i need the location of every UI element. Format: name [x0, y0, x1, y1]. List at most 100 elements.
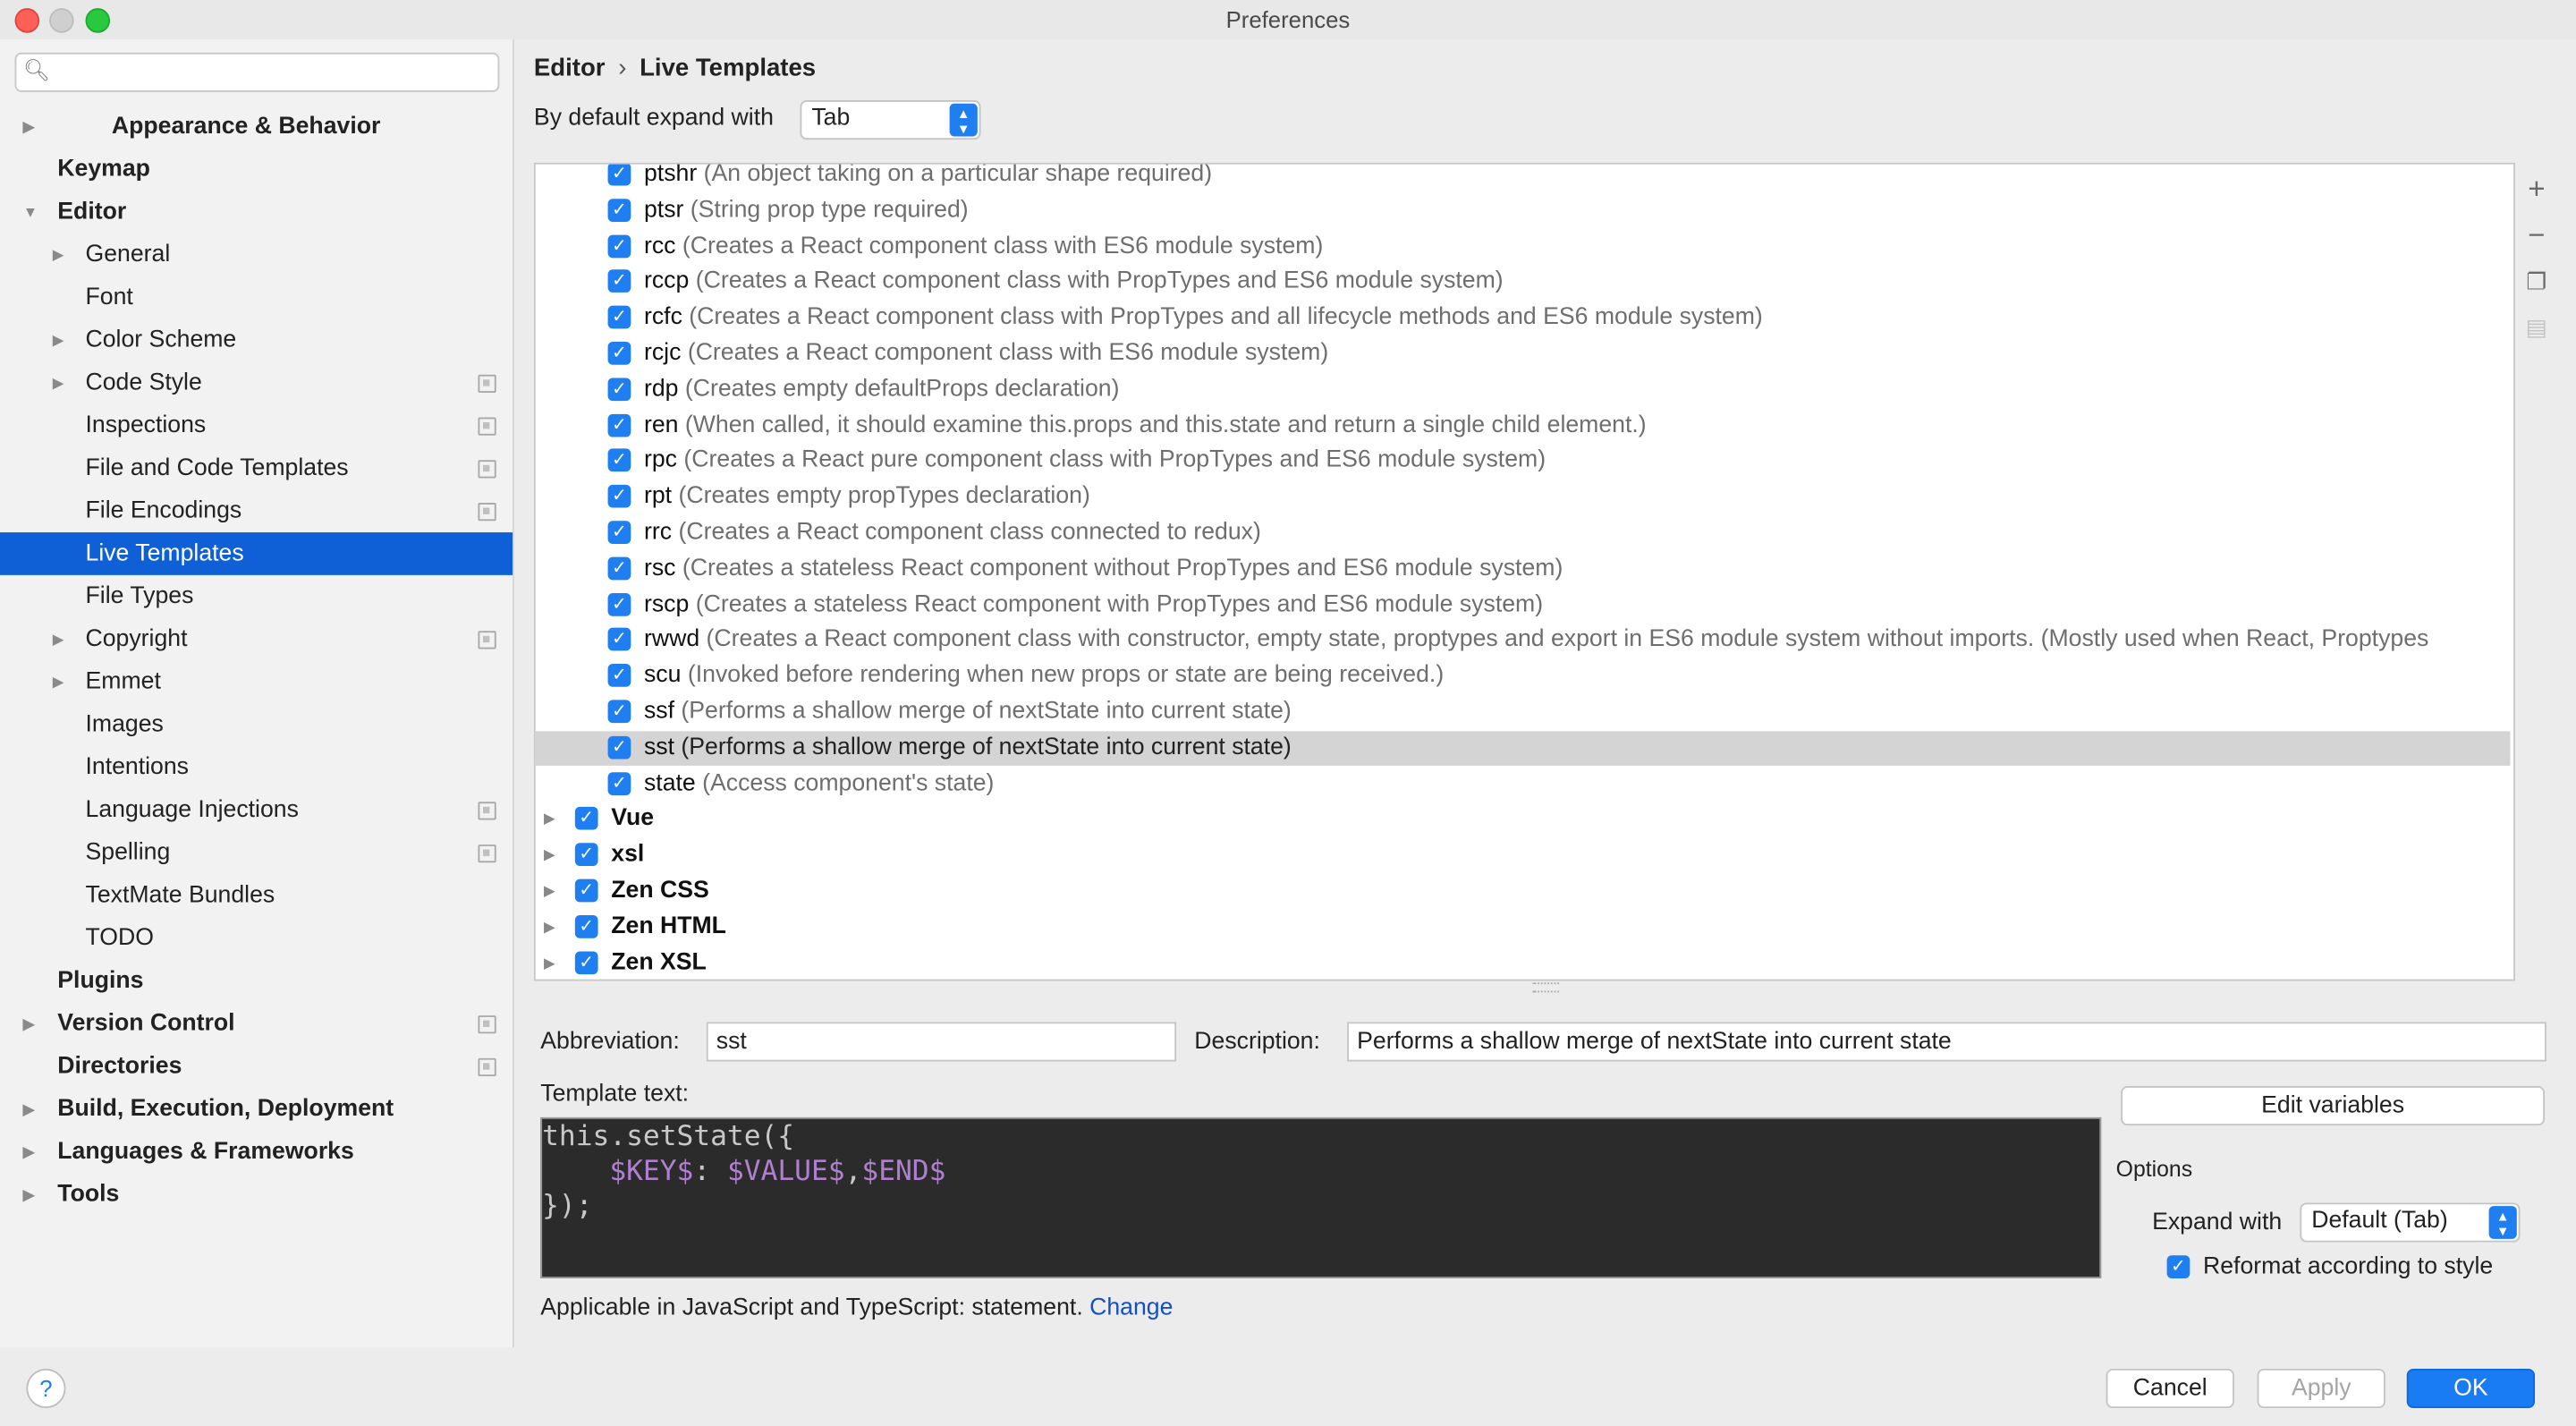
chevron-right-icon[interactable]: ▶: [53, 660, 64, 703]
sidebar-item-images[interactable]: Images: [0, 703, 513, 746]
template-group-row[interactable]: ▶ ✓ Zen HTML: [536, 910, 2511, 945]
sidebar-item-live-templates[interactable]: Live Templates: [0, 532, 513, 575]
chevron-right-icon[interactable]: ▶: [23, 1131, 35, 1174]
sidebar-item-tools[interactable]: ▶ Tools: [0, 1173, 513, 1216]
template-group-row[interactable]: ▶ ✓ Zen XSL: [536, 946, 2511, 979]
sidebar-item-inspections[interactable]: Inspections: [0, 404, 513, 447]
chevron-right-icon[interactable]: ▶: [23, 106, 35, 149]
default-expand-select[interactable]: Tab ▲ ▼: [800, 100, 981, 140]
sidebar-item-color-scheme[interactable]: ▶ Color Scheme: [0, 318, 513, 361]
chevron-right-icon[interactable]: ▶: [23, 1173, 35, 1216]
template-enabled-checkbox[interactable]: ✓: [607, 664, 631, 688]
restore-icon[interactable]: ▤: [2517, 309, 2556, 344]
group-enabled-checkbox[interactable]: ✓: [574, 914, 598, 938]
template-enabled-checkbox[interactable]: ✓: [607, 556, 631, 580]
chevron-right-icon[interactable]: ▶: [544, 946, 555, 979]
sidebar-item-intentions[interactable]: Intentions: [0, 746, 513, 789]
add-template-button[interactable]: +: [2517, 171, 2556, 207]
chevron-right-icon[interactable]: ▶: [544, 874, 555, 909]
sidebar-item-font[interactable]: Font: [0, 276, 513, 319]
template-group-row[interactable]: ▶ ✓ xsl: [536, 838, 2511, 873]
group-enabled-checkbox[interactable]: ✓: [574, 843, 598, 867]
template-row[interactable]: ✓ ssf (Performs a shallow merge of nextSt…: [536, 695, 2511, 730]
template-enabled-checkbox[interactable]: ✓: [607, 378, 631, 401]
template-row[interactable]: ✓ rcjc (Creates a React component class w…: [536, 337, 2511, 372]
template-row[interactable]: ✓ rccp (Creates a React component class w…: [536, 265, 2511, 300]
template-enabled-checkbox[interactable]: ✓: [607, 700, 631, 724]
template-row[interactable]: ✓ rcfc (Creates a React component class w…: [536, 301, 2511, 335]
template-row[interactable]: ✓ rrc (Creates a React component class co…: [536, 516, 2511, 551]
sidebar-item-appearance[interactable]: ▶ Appearance & Behavior: [0, 106, 513, 149]
template-enabled-checkbox[interactable]: ✓: [607, 735, 631, 760]
template-row[interactable]: ✓ scu (Invoked before rendering when new …: [536, 659, 2511, 694]
chevron-right-icon[interactable]: ▶: [23, 1002, 35, 1045]
template-row[interactable]: ✓ ren (When called, it should examine thi…: [536, 409, 2511, 444]
template-row[interactable]: ✓ rscp (Creates a stateless React compone…: [536, 588, 2511, 623]
abbreviation-field[interactable]: sst: [706, 1022, 1177, 1062]
group-enabled-checkbox[interactable]: ✓: [574, 807, 598, 831]
chevron-right-icon[interactable]: ▶: [544, 838, 555, 873]
sidebar-item-todo[interactable]: TODO: [0, 917, 513, 960]
remove-template-button[interactable]: −: [2517, 216, 2556, 252]
template-row[interactable]: ✓ rdp (Creates empty defaultProps declara…: [536, 373, 2511, 408]
change-context-link[interactable]: Change: [1089, 1294, 1173, 1320]
group-enabled-checkbox[interactable]: ✓: [574, 950, 598, 974]
template-row[interactable]: ✓ rpt (Creates empty propTypes declaratio…: [536, 480, 2511, 515]
chevron-right-icon[interactable]: ▶: [53, 618, 64, 661]
template-row[interactable]: ✓ state (Access component's state): [536, 767, 2511, 802]
template-enabled-checkbox[interactable]: ✓: [607, 233, 631, 258]
group-enabled-checkbox[interactable]: ✓: [574, 879, 598, 903]
sidebar-item-textmate-bundles[interactable]: TextMate Bundles: [0, 874, 513, 917]
cancel-button[interactable]: Cancel: [2106, 1368, 2234, 1409]
description-field[interactable]: Performs a shallow merge of nextState in…: [1347, 1022, 2546, 1062]
sidebar-item-spelling[interactable]: Spelling: [0, 831, 513, 874]
template-enabled-checkbox[interactable]: ✓: [607, 592, 631, 616]
template-enabled-checkbox[interactable]: ✓: [607, 771, 631, 795]
chevron-right-icon[interactable]: ▶: [53, 318, 64, 361]
template-row[interactable]: ✓ rcc (Creates a React component class wi…: [536, 229, 2511, 264]
expand-with-select[interactable]: Default (Tab) ▲ ▼: [2300, 1202, 2521, 1243]
template-enabled-checkbox[interactable]: ✓: [607, 485, 631, 508]
template-enabled-checkbox[interactable]: ✓: [607, 269, 631, 293]
chevron-right-icon[interactable]: ▶: [53, 361, 64, 404]
sidebar-item-directories[interactable]: Directories: [0, 1045, 513, 1088]
sidebar-item-version-control[interactable]: ▶ Version Control: [0, 1002, 513, 1045]
sidebar-item-general[interactable]: ▶ General: [0, 233, 513, 276]
sidebar-item-emmet[interactable]: ▶ Emmet: [0, 660, 513, 703]
sidebar-item-code-style[interactable]: ▶ Code Style: [0, 361, 513, 404]
template-text-editor[interactable]: this.setState({ $KEY$: $VALUE$,$END$ });: [540, 1116, 2102, 1278]
template-enabled-checkbox[interactable]: ✓: [607, 449, 631, 472]
template-enabled-checkbox[interactable]: ✓: [607, 305, 631, 329]
edit-variables-button[interactable]: Edit variables: [2121, 1086, 2546, 1126]
chevron-right-icon[interactable]: ▶: [23, 1088, 35, 1131]
ok-button[interactable]: OK: [2406, 1368, 2536, 1409]
template-group-row[interactable]: ▶ ✓ Zen CSS: [536, 874, 2511, 909]
copy-icon[interactable]: ❐: [2517, 263, 2556, 299]
sidebar-item-plugins[interactable]: Plugins: [0, 960, 513, 1003]
template-group-row[interactable]: ▶ ✓ Vue: [536, 802, 2511, 837]
template-enabled-checkbox[interactable]: ✓: [607, 342, 631, 365]
templates-tree[interactable]: ✓ ptshr (An object taking on a particular…: [533, 162, 2515, 981]
apply-button[interactable]: Apply: [2257, 1368, 2385, 1409]
sidebar-item-build-execution-deployment[interactable]: ▶ Build, Execution, Deployment: [0, 1088, 513, 1131]
help-button[interactable]: ?: [26, 1368, 66, 1409]
template-row[interactable]: ✓ rwwd (Creates a React component class w…: [536, 624, 2511, 658]
breadcrumb-parent[interactable]: Editor: [534, 55, 606, 82]
template-enabled-checkbox[interactable]: ✓: [607, 413, 631, 437]
template-row[interactable]: ✓ rsc (Creates a stateless React componen…: [536, 552, 2511, 587]
sidebar-item-languages-frameworks[interactable]: ▶ Languages & Frameworks: [0, 1131, 513, 1174]
chevron-right-icon[interactable]: ▶: [544, 802, 555, 837]
chevron-right-icon[interactable]: ▶: [53, 233, 64, 276]
template-row[interactable]: ✓ sst (Performs a shallow merge of nextSt…: [535, 730, 2511, 766]
sidebar-item-language-injections[interactable]: Language Injections: [0, 789, 513, 832]
sidebar-item-keymap[interactable]: Keymap: [0, 148, 513, 191]
sidebar-item-file-encodings[interactable]: File Encodings: [0, 489, 513, 532]
chevron-right-icon[interactable]: ▶: [544, 910, 555, 945]
template-enabled-checkbox[interactable]: ✓: [607, 164, 631, 186]
template-row[interactable]: ✓ ptsr (String prop type required): [536, 193, 2511, 228]
sidebar-item-copyright[interactable]: ▶ Copyright: [0, 618, 513, 661]
settings-search-input[interactable]: 🔍︎: [14, 52, 500, 92]
template-enabled-checkbox[interactable]: ✓: [607, 198, 631, 222]
splitter-handle[interactable]: [1532, 982, 1560, 993]
sidebar-item-file-types[interactable]: File Types: [0, 575, 513, 618]
